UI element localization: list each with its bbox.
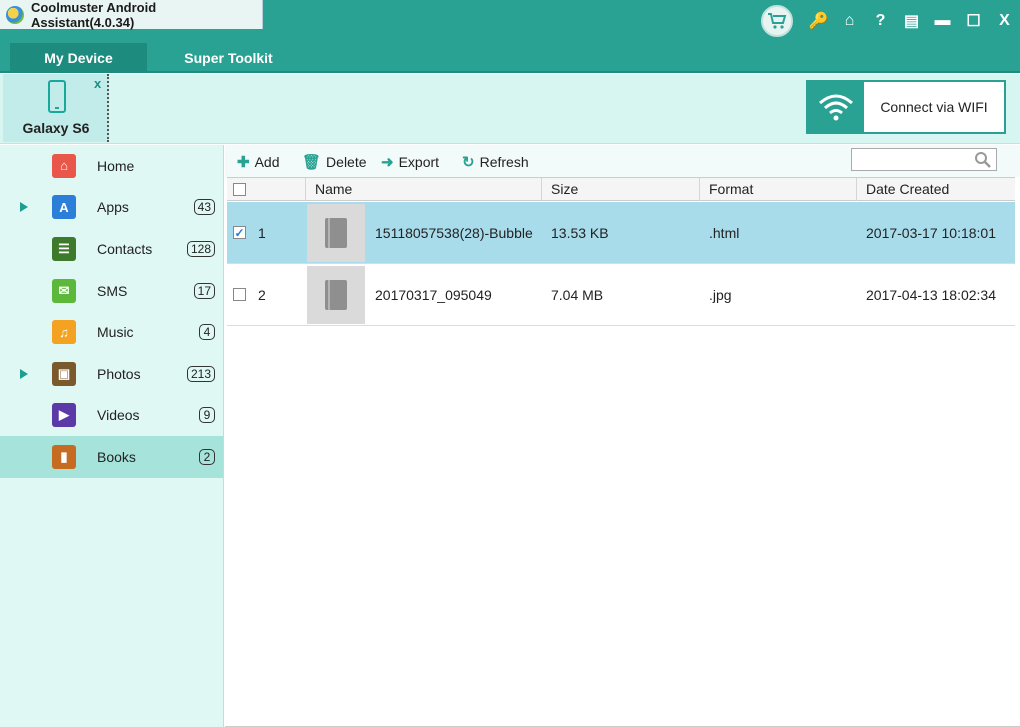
connect-wifi-button[interactable]: Connect via WIFI [806,80,1006,134]
count-badge: 4 [199,324,215,341]
device-bar: x Galaxy S6 Connect via WIFI [0,74,1020,144]
file-name: 15118057538(28)-Bubble [375,225,533,241]
app-title: Coolmuster Android Assistant(4.0.34) [30,0,157,30]
trash-icon: 🗑 [302,154,322,171]
count-badge: 213 [186,365,215,382]
sidebar-item-label: Photos [97,365,141,382]
sidebar-item-label: Music [97,324,134,341]
book-icon [325,218,347,248]
sidebar-item-photos[interactable]: ▣ Photos 213 [0,353,223,395]
search-icon[interactable] [974,151,992,169]
file-date: 2017-03-17 10:18:01 [866,225,996,241]
export-label: Export [398,154,440,170]
sms-icon: ✉ [52,278,76,303]
device-close-icon[interactable]: x [94,76,101,91]
sidebar-item-contacts[interactable]: ☰ Contacts 128 [0,228,223,270]
file-format: .html [709,225,740,241]
help-icon[interactable]: ? [865,12,896,30]
videos-icon: ▶ [52,403,76,428]
column-format[interactable]: Format [699,178,856,201]
book-icon [325,280,347,310]
tab-my-device[interactable]: My Device [10,43,147,73]
sidebar-item-label: SMS [97,282,128,299]
title-bar: Coolmuster Android Assistant(4.0.34) 🔑 ⌂… [0,0,1020,42]
sidebar-item-label: Home [97,157,135,174]
count-badge: 9 [199,407,215,424]
refresh-icon: ↻ [462,154,475,171]
select-all-checkbox[interactable] [233,183,246,196]
column-size[interactable]: Size [541,178,699,201]
search-input[interactable] [852,149,972,170]
app-title-box: Coolmuster Android Assistant(4.0.34) [0,0,263,30]
sidebar-item-sms[interactable]: ✉ SMS 17 [0,270,223,312]
home-icon[interactable]: ⌂ [834,12,865,30]
delete-label: Delete [326,154,367,170]
column-name[interactable]: Name [305,178,541,201]
refresh-label: Refresh [479,154,529,170]
photos-icon: ▣ [52,361,76,386]
add-label: Add [254,154,280,170]
toolbar: ✚ Add 🗑 Delete ➜ Export ↻ Refresh [225,145,1020,177]
expand-arrow-icon[interactable] [20,202,28,213]
count-badge: 128 [186,240,215,257]
sidebar-item-label: Contacts [97,240,153,257]
cart-icon[interactable] [761,5,793,37]
table-row[interactable]: ✓ 1 15118057538(28)-Bubble 13.53 KB .htm… [227,202,1015,264]
app-logo-icon [6,5,24,24]
table-row[interactable]: 2 20170317_095049 7.04 MB .jpg 2017-04-1… [227,264,1015,326]
file-size: 13.53 KB [551,225,609,241]
file-format: .jpg [709,287,732,303]
book-thumbnail [307,204,365,262]
file-name: 20170317_095049 [375,287,492,303]
home-icon: ⌂ [52,153,76,178]
row-index: 1 [258,225,266,241]
device-name: Galaxy S6 [22,120,90,136]
column-date-created[interactable]: Date Created [856,178,1015,201]
plus-icon: ✚ [237,154,250,171]
contacts-icon: ☰ [52,236,76,261]
search-box [851,148,997,171]
export-arrow-icon: ➜ [381,154,394,171]
wifi-label: Connect via WIFI [880,99,988,115]
device-card[interactable]: x Galaxy S6 [3,74,109,142]
window-controls: 🔑 ⌂ ? ▤ ▬ ☐ X [761,0,1020,42]
file-size: 7.04 MB [551,287,604,303]
refresh-button[interactable]: ↻ Refresh [462,153,529,171]
book-thumbnail [307,266,365,324]
row-checkbox[interactable] [233,288,246,301]
tab-super-toolkit[interactable]: Super Toolkit [160,43,297,73]
main-panel: ✚ Add 🗑 Delete ➜ Export ↻ Refresh Name S… [225,145,1020,727]
count-badge: 43 [193,199,215,216]
sidebar-item-music[interactable]: ♫ Music 4 [0,311,223,353]
row-index: 2 [258,287,266,303]
file-date: 2017-04-13 18:02:34 [866,287,996,303]
export-button[interactable]: ➜ Export [381,153,439,171]
sidebar-item-label: Apps [97,199,129,216]
key-icon[interactable]: 🔑 [803,11,834,31]
phone-icon [48,80,66,113]
count-badge: 17 [193,282,215,299]
tab-bar: My Device Super Toolkit [0,42,1020,73]
sidebar-item-videos[interactable]: ▶ Videos 9 [0,395,223,437]
music-icon: ♫ [52,320,76,345]
sidebar-item-books[interactable]: ▮ Books 2 [0,436,223,478]
expand-arrow-icon[interactable] [20,368,28,379]
delete-button[interactable]: 🗑 Delete [302,153,367,171]
count-badge: 2 [199,448,215,465]
minimize-button[interactable]: ▬ [927,12,958,30]
sidebar-item-home[interactable]: ⌂ Home [0,145,223,187]
row-checkbox[interactable]: ✓ [233,226,246,239]
add-button[interactable]: ✚ Add [237,153,280,171]
sidebar-item-label: Videos [97,407,140,424]
close-button[interactable]: X [989,12,1020,30]
sidebar-item-apps[interactable]: A Apps 43 [0,187,223,229]
wifi-icon [808,82,864,132]
table-header: Name Size Format Date Created [227,177,1015,201]
sidebar: ⌂ Home A Apps 43 ☰ Contacts 128 ✉ SMS 17… [0,145,224,727]
sidebar-item-label: Books [97,448,136,465]
maximize-button[interactable]: ☐ [958,11,989,31]
books-icon: ▮ [52,444,76,469]
feedback-icon[interactable]: ▤ [896,11,927,31]
apps-icon: A [52,195,76,220]
